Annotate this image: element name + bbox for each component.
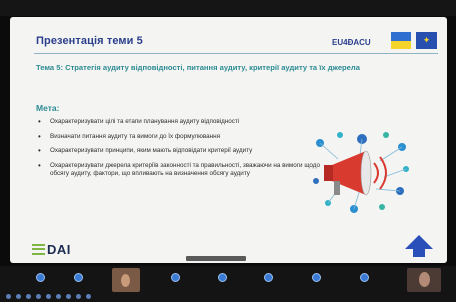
dai-logo-text: DAI <box>47 241 71 257</box>
participant-avatar-icon[interactable] <box>36 273 45 282</box>
bullet-icon: • <box>38 160 41 170</box>
participant-avatar-icon[interactable] <box>264 273 273 282</box>
eu-flag-icon: ✦ <box>416 32 437 49</box>
participant-avatar-icon[interactable] <box>66 294 71 299</box>
participant-video[interactable] <box>112 268 140 292</box>
aims-list: • Охарактеризувати цілі та етапи плануван… <box>36 117 326 185</box>
participant-avatar-icon[interactable] <box>36 294 41 299</box>
participant-avatar-icon[interactable] <box>218 273 227 282</box>
list-item: • Охарактеризувати джерела критеріїв зако… <box>36 160 326 179</box>
participant-avatar-icon[interactable] <box>171 273 180 282</box>
ukraine-flag-icon <box>391 32 411 49</box>
presentation-slide: Презентація теми 5 EU4ƉACU ✦ Тема 5: Стр… <box>10 17 447 263</box>
participant-avatar-icon[interactable] <box>56 294 61 299</box>
participant-avatar-icon[interactable] <box>6 294 11 299</box>
aim-label: Мета: <box>36 103 60 113</box>
page-number: 19 <box>428 240 433 245</box>
participant-video[interactable] <box>407 268 441 292</box>
list-item: • Охарактеризувати принципи, яким мають в… <box>36 147 326 156</box>
topic-heading: Тема 5: Стратегія аудиту відповідності, … <box>36 63 360 72</box>
list-item: • Охарактеризувати цілі та етапи плануван… <box>36 117 326 127</box>
participant-avatar-icon[interactable] <box>86 294 91 299</box>
list-item-text: Охарактеризувати принципи, яким мають ві… <box>50 147 253 155</box>
meeting-top-bar <box>0 0 456 16</box>
participant-avatar-icon[interactable] <box>74 273 83 282</box>
dai-logo: DAI <box>32 241 71 257</box>
brand-logo: EU4ƉACU <box>332 38 371 47</box>
participant-avatar-icon[interactable] <box>312 273 321 282</box>
presenter-tooltip <box>186 256 246 261</box>
bullet-icon: • <box>38 131 41 141</box>
participant-avatar-icon[interactable] <box>26 294 31 299</box>
participant-avatar-icon[interactable] <box>16 294 21 299</box>
dai-logo-icon <box>32 243 45 255</box>
participant-avatar-icon[interactable] <box>360 273 369 282</box>
arrow-up-icon[interactable] <box>404 234 434 258</box>
megaphone-icon <box>313 132 409 213</box>
title-divider <box>34 53 438 54</box>
slide-title: Презентація теми 5 <box>36 35 143 47</box>
bullet-icon: • <box>38 117 41 126</box>
list-item: • Визначати питання аудиту та вимоги до ї… <box>36 131 326 142</box>
list-item-text: Охарактеризувати джерела критеріїв закон… <box>50 161 320 178</box>
participant-avatar-icon[interactable] <box>76 294 81 299</box>
list-item-text: Охарактеризувати цілі та етапи плануванн… <box>50 118 240 125</box>
list-item-text: Визначати питання аудиту та вимоги до їх… <box>50 132 221 140</box>
participant-avatar-icon[interactable] <box>46 294 51 299</box>
bullet-icon: • <box>38 146 41 156</box>
